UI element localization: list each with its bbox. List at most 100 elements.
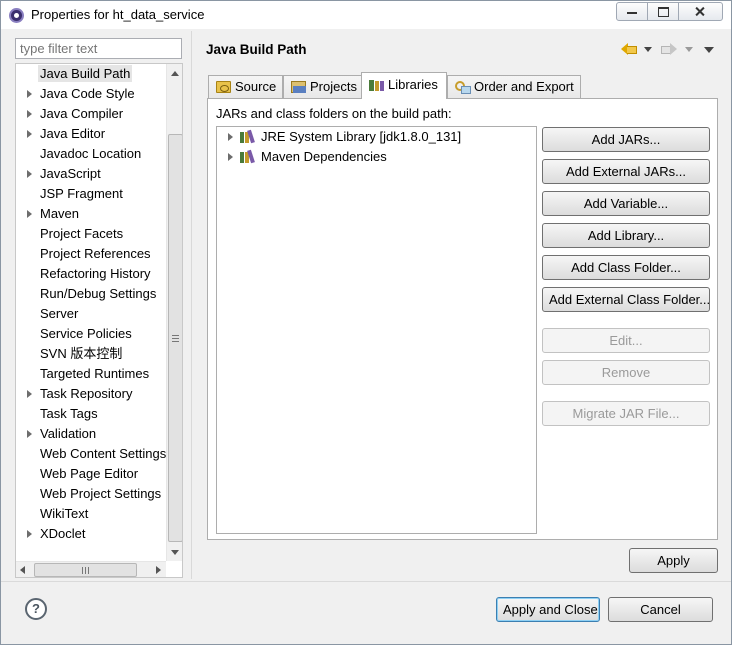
library-label: JRE System Library [jdk1.8.0_131] (261, 129, 462, 144)
tree-item[interactable]: Service Policies (16, 324, 166, 344)
tree-item-label: Maven (40, 206, 80, 221)
forward-menu-chevron-down-icon[interactable] (685, 47, 693, 52)
title-bar[interactable]: Properties for ht_data_service (1, 1, 731, 29)
tree-item-label: Web Project Settings (40, 486, 162, 501)
scroll-down-arrow-icon[interactable] (171, 550, 179, 555)
tree-item[interactable]: SVN 版本控制 (16, 344, 166, 364)
expand-arrow-icon[interactable] (27, 110, 32, 118)
back-menu-chevron-down-icon[interactable] (644, 47, 652, 52)
apply-button[interactable]: Apply (629, 548, 718, 573)
tree-item[interactable]: Web Page Editor (16, 464, 166, 484)
scroll-thumb[interactable] (168, 134, 182, 542)
build-path-label: JARs and class folders on the build path… (216, 106, 452, 121)
expand-arrow-icon[interactable] (228, 133, 233, 141)
expand-arrow-icon[interactable] (27, 430, 32, 438)
expand-arrow-icon[interactable] (27, 210, 32, 218)
remove-button[interactable]: Remove (542, 360, 710, 385)
scroll-up-arrow-icon[interactable] (171, 71, 179, 76)
view-menu-chevron-down-icon[interactable] (704, 47, 714, 53)
library-tree: JRE System Library [jdk1.8.0_131] Maven … (216, 126, 537, 534)
tree-item-label: Server (40, 306, 79, 321)
filter-input[interactable] (15, 38, 182, 59)
source-folder-icon (216, 81, 231, 93)
tree-item[interactable]: Targeted Runtimes (16, 364, 166, 384)
libraries-icon (369, 79, 384, 91)
library-entry-maven[interactable]: Maven Dependencies (217, 147, 536, 167)
add-jars-button[interactable]: Add JARs... (542, 127, 710, 152)
tree-item-label: Run/Debug Settings (40, 286, 157, 301)
eclipse-app-icon (9, 8, 24, 23)
expand-arrow-icon[interactable] (27, 170, 32, 178)
tree-items: Java Build Path Java Code Style Java Compi… (16, 64, 166, 544)
tree-item[interactable]: Validation (16, 424, 166, 444)
expand-arrow-icon[interactable] (27, 530, 32, 538)
tree-item[interactable]: Javadoc Location (16, 144, 166, 164)
tab-source[interactable]: Source (208, 75, 283, 98)
expand-arrow-icon[interactable] (27, 390, 32, 398)
tree-item-label: Project References (40, 246, 151, 261)
window-controls (616, 2, 723, 21)
add-variable-button[interactable]: Add Variable... (542, 191, 710, 216)
tree-item[interactable]: WikiText (16, 504, 166, 524)
tree-horizontal-scrollbar[interactable] (16, 561, 166, 577)
tab-order-and-export[interactable]: Order and Export (447, 75, 581, 98)
hscroll-thumb[interactable] (34, 563, 137, 577)
tree-item[interactable]: Java Code Style (16, 84, 166, 104)
tree-item[interactable]: Web Project Settings (16, 484, 166, 504)
tree-item[interactable]: Server (16, 304, 166, 324)
close-button[interactable] (679, 3, 722, 20)
history-navigation (621, 41, 716, 57)
tree-item[interactable]: Maven (16, 204, 166, 224)
help-icon[interactable]: ? (25, 598, 47, 620)
tree-item[interactable]: XDoclet (16, 524, 166, 544)
minimize-button[interactable] (617, 3, 648, 20)
migrate-jar-button[interactable]: Migrate JAR File... (542, 401, 710, 426)
tree-item[interactable]: Project Facets (16, 224, 166, 244)
add-external-jars-button[interactable]: Add External JARs... (542, 159, 710, 184)
forward-arrow-icon[interactable] (661, 42, 677, 55)
tree-item[interactable]: JavaScript (16, 164, 166, 184)
tree-item[interactable]: Project References (16, 244, 166, 264)
properties-window: Properties for ht_data_service Java Buil… (0, 0, 732, 645)
tree-item-label: Targeted Runtimes (40, 366, 150, 381)
tree-item-label: Java Code Style (40, 86, 135, 101)
window-title: Properties for ht_data_service (31, 7, 205, 22)
tree-item[interactable]: Run/Debug Settings (16, 284, 166, 304)
library-icon (240, 130, 256, 143)
add-class-folder-button[interactable]: Add Class Folder... (542, 255, 710, 280)
edit-button[interactable]: Edit... (542, 328, 710, 353)
cancel-button[interactable]: Cancel (608, 597, 713, 622)
tab-projects[interactable]: Projects (283, 75, 362, 98)
tree-item[interactable]: Task Repository (16, 384, 166, 404)
back-arrow-icon[interactable] (621, 42, 637, 55)
scroll-left-arrow-icon[interactable] (20, 566, 25, 574)
add-external-class-folder-button[interactable]: Add External Class Folder... (542, 287, 710, 312)
tree-item-label: Validation (40, 426, 97, 441)
tree-item[interactable]: Web Content Settings (16, 444, 166, 464)
tree-item-label: Service Policies (40, 326, 132, 341)
tree-item[interactable]: Java Build Path (16, 64, 166, 84)
scroll-right-arrow-icon[interactable] (156, 566, 161, 574)
library-icon (240, 150, 256, 163)
maximize-button[interactable] (648, 3, 679, 20)
tab-libraries[interactable]: Libraries (361, 72, 447, 99)
pane-divider[interactable] (191, 31, 192, 579)
tree-vertical-scrollbar[interactable] (166, 64, 182, 561)
expand-arrow-icon[interactable] (27, 130, 32, 138)
tree-item[interactable]: Refactoring History (16, 264, 166, 284)
tree-item-label: Web Content Settings (40, 446, 167, 461)
tree-item-label: SVN 版本控制 (40, 346, 123, 361)
tab-label: Source (235, 79, 277, 94)
add-library-button[interactable]: Add Library... (542, 223, 710, 248)
projects-icon (291, 81, 306, 93)
tree-item[interactable]: Java Compiler (16, 104, 166, 124)
library-entry-jre[interactable]: JRE System Library [jdk1.8.0_131] (217, 127, 536, 147)
tree-item[interactable]: Java Editor (16, 124, 166, 144)
property-page-tree: Java Build Path Java Code Style Java Compi… (15, 63, 183, 578)
expand-arrow-icon[interactable] (228, 153, 233, 161)
tree-item[interactable]: JSP Fragment (16, 184, 166, 204)
tree-item[interactable]: Task Tags (16, 404, 166, 424)
apply-and-close-button[interactable]: Apply and Close (496, 597, 600, 622)
expand-arrow-icon[interactable] (27, 90, 32, 98)
tree-item-label: Project Facets (40, 226, 124, 241)
